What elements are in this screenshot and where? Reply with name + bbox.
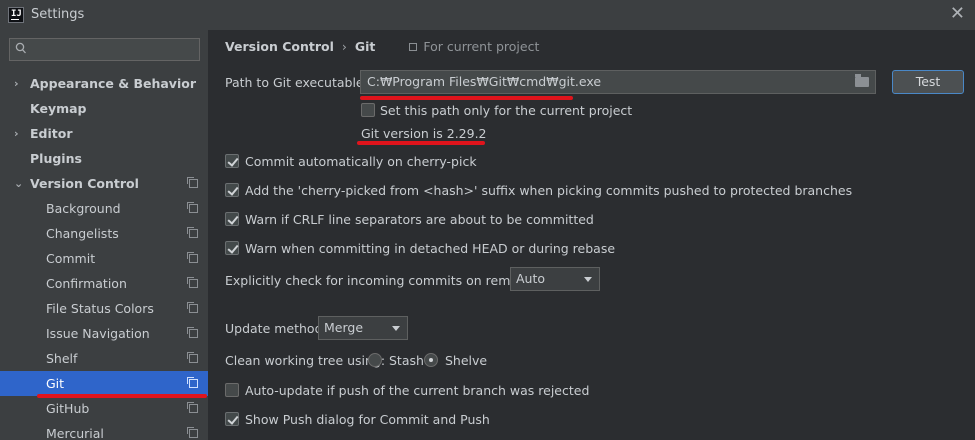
dropdown-arrow-icon — [392, 326, 400, 331]
warn-detached-checkbox[interactable] — [225, 241, 239, 255]
sidebar-item-label: Confirmation — [46, 276, 127, 291]
window-title: Settings — [31, 7, 85, 22]
sidebar-item-appearance-behavior[interactable]: › Appearance & Behavior — [0, 71, 208, 96]
project-scope-icon — [187, 252, 198, 263]
project-scope-icon — [187, 427, 198, 438]
project-scope-icon — [187, 377, 198, 388]
folder-browse-icon[interactable] — [855, 74, 869, 87]
sidebar-item-mercurial[interactable]: Mercurial — [0, 421, 208, 440]
scope-text: For current project — [423, 39, 540, 54]
incoming-commits-value: Auto — [516, 271, 546, 286]
sidebar-item-keymap[interactable]: Keymap — [0, 96, 208, 121]
sidebar-item-label: Editor — [30, 126, 73, 141]
sidebar-item-editor[interactable]: › Editor — [0, 121, 208, 146]
set-path-only-checkbox[interactable] — [361, 103, 375, 117]
settings-tree: › Appearance & Behavior Keymap › Editor … — [0, 71, 208, 440]
stash-label: Stash — [389, 353, 424, 368]
breadcrumb-separator: › — [341, 39, 347, 54]
sidebar-item-label: Git — [46, 376, 65, 391]
sidebar-item-version-control[interactable]: ⌄ Version Control — [0, 171, 208, 196]
auto-update-checkbox[interactable] — [225, 383, 239, 397]
annotation-underline-git — [37, 394, 207, 398]
set-path-only-label: Set this path only for the current proje… — [380, 103, 633, 118]
sidebar-item-label: Changelists — [46, 226, 119, 241]
logo-text: IJ — [11, 9, 22, 19]
sidebar-item-plugins[interactable]: Plugins — [0, 146, 208, 171]
sidebar-item-label: Keymap — [30, 101, 87, 116]
settings-sidebar: › Appearance & Behavior Keymap › Editor … — [0, 30, 208, 440]
warn-crlf-checkbox[interactable] — [225, 212, 239, 226]
sidebar-item-commit[interactable]: Commit — [0, 246, 208, 271]
sidebar-item-label: Appearance & Behavior — [30, 76, 196, 91]
update-method-dropdown[interactable]: Merge — [318, 316, 408, 340]
sidebar-item-issue-navigation[interactable]: Issue Navigation — [0, 321, 208, 346]
cherry-picked-suffix-checkbox[interactable] — [225, 183, 239, 197]
sidebar-item-shelf[interactable]: Shelf — [0, 346, 208, 371]
git-path-value: C:₩Program Files₩Git₩cmd₩git.exe — [367, 74, 602, 89]
commit-cherry-pick-checkbox[interactable] — [225, 154, 239, 168]
project-scope-icon — [187, 202, 198, 213]
shelve-label: Shelve — [445, 353, 488, 368]
shelve-radio[interactable] — [424, 353, 438, 367]
chevron-down-icon[interactable]: ⌄ — [14, 171, 24, 196]
sidebar-item-github[interactable]: GitHub — [0, 396, 208, 421]
sidebar-item-confirmation[interactable]: Confirmation — [0, 271, 208, 296]
sidebar-item-file-status-colors[interactable]: File Status Colors — [0, 296, 208, 321]
project-scope-icon — [187, 277, 198, 288]
warn-crlf-label: Warn if CRLF line separators are about t… — [245, 212, 594, 227]
close-icon[interactable]: ✕ — [950, 4, 965, 24]
show-push-dialog-label: Show Push dialog for Commit and Push — [245, 412, 490, 427]
project-scope-icon — [409, 43, 418, 51]
sidebar-item-label: Plugins — [30, 151, 82, 166]
auto-update-label: Auto-update if push of the current branc… — [245, 383, 590, 398]
incoming-commits-dropdown[interactable]: Auto — [510, 267, 600, 291]
test-button[interactable]: Test — [892, 70, 964, 94]
search-icon — [15, 42, 26, 54]
sidebar-item-background[interactable]: Background — [0, 196, 208, 221]
settings-search-input[interactable] — [9, 38, 200, 61]
project-scope-icon — [187, 177, 198, 188]
project-scope-icon — [187, 327, 198, 338]
update-method-label: Update method: — [225, 321, 327, 336]
chevron-right-icon[interactable]: › — [14, 121, 24, 146]
commit-cherry-pick-label: Commit automatically on cherry-pick — [245, 154, 477, 169]
breadcrumb: Version Control › Git For current project — [225, 38, 539, 56]
sidebar-item-changelists[interactable]: Changelists — [0, 221, 208, 246]
annotation-underline-version — [357, 141, 485, 145]
warn-detached-label: Warn when committing in detached HEAD or… — [245, 241, 616, 256]
sidebar-item-label: File Status Colors — [46, 301, 154, 316]
scope-label: For current project — [409, 39, 539, 54]
stash-radio[interactable] — [368, 353, 382, 367]
sidebar-item-label: Issue Navigation — [46, 326, 150, 341]
project-scope-icon — [187, 352, 198, 363]
sidebar-item-git[interactable]: Git — [0, 371, 208, 396]
sidebar-item-label: GitHub — [46, 401, 90, 416]
title-bar: IJ Settings ✕ — [0, 0, 975, 30]
cherry-picked-suffix-label: Add the 'cherry-picked from <hash>' suff… — [245, 183, 853, 198]
breadcrumb-parent[interactable]: Version Control — [225, 39, 334, 54]
breadcrumb-current: Git — [354, 39, 376, 54]
sidebar-item-label: Shelf — [46, 351, 78, 366]
update-method-value: Merge — [324, 320, 364, 335]
path-to-git-label: Path to Git executable: — [225, 75, 368, 90]
sidebar-item-label: Commit — [46, 251, 96, 266]
chevron-right-icon[interactable]: › — [14, 71, 24, 96]
sidebar-item-label: Background — [46, 201, 121, 216]
git-version-text: Git version is 2.29.2 — [361, 126, 487, 141]
project-scope-icon — [187, 302, 198, 313]
intellij-logo-icon: IJ — [8, 7, 24, 23]
annotation-underline-path — [360, 96, 573, 100]
git-path-input[interactable]: C:₩Program Files₩Git₩cmd₩git.exe — [360, 70, 876, 94]
clean-tree-label: Clean working tree using: — [225, 353, 386, 368]
sidebar-item-label: Version Control — [30, 176, 139, 191]
show-push-dialog-checkbox[interactable] — [225, 412, 239, 426]
project-scope-icon — [187, 402, 198, 413]
incoming-commits-label: Explicitly check for incoming commits on… — [225, 273, 542, 288]
project-scope-icon — [187, 227, 198, 238]
git-settings-panel: Version Control › Git For current project … — [208, 30, 975, 440]
dropdown-arrow-icon — [584, 277, 592, 282]
sidebar-item-label: Mercurial — [46, 426, 104, 440]
